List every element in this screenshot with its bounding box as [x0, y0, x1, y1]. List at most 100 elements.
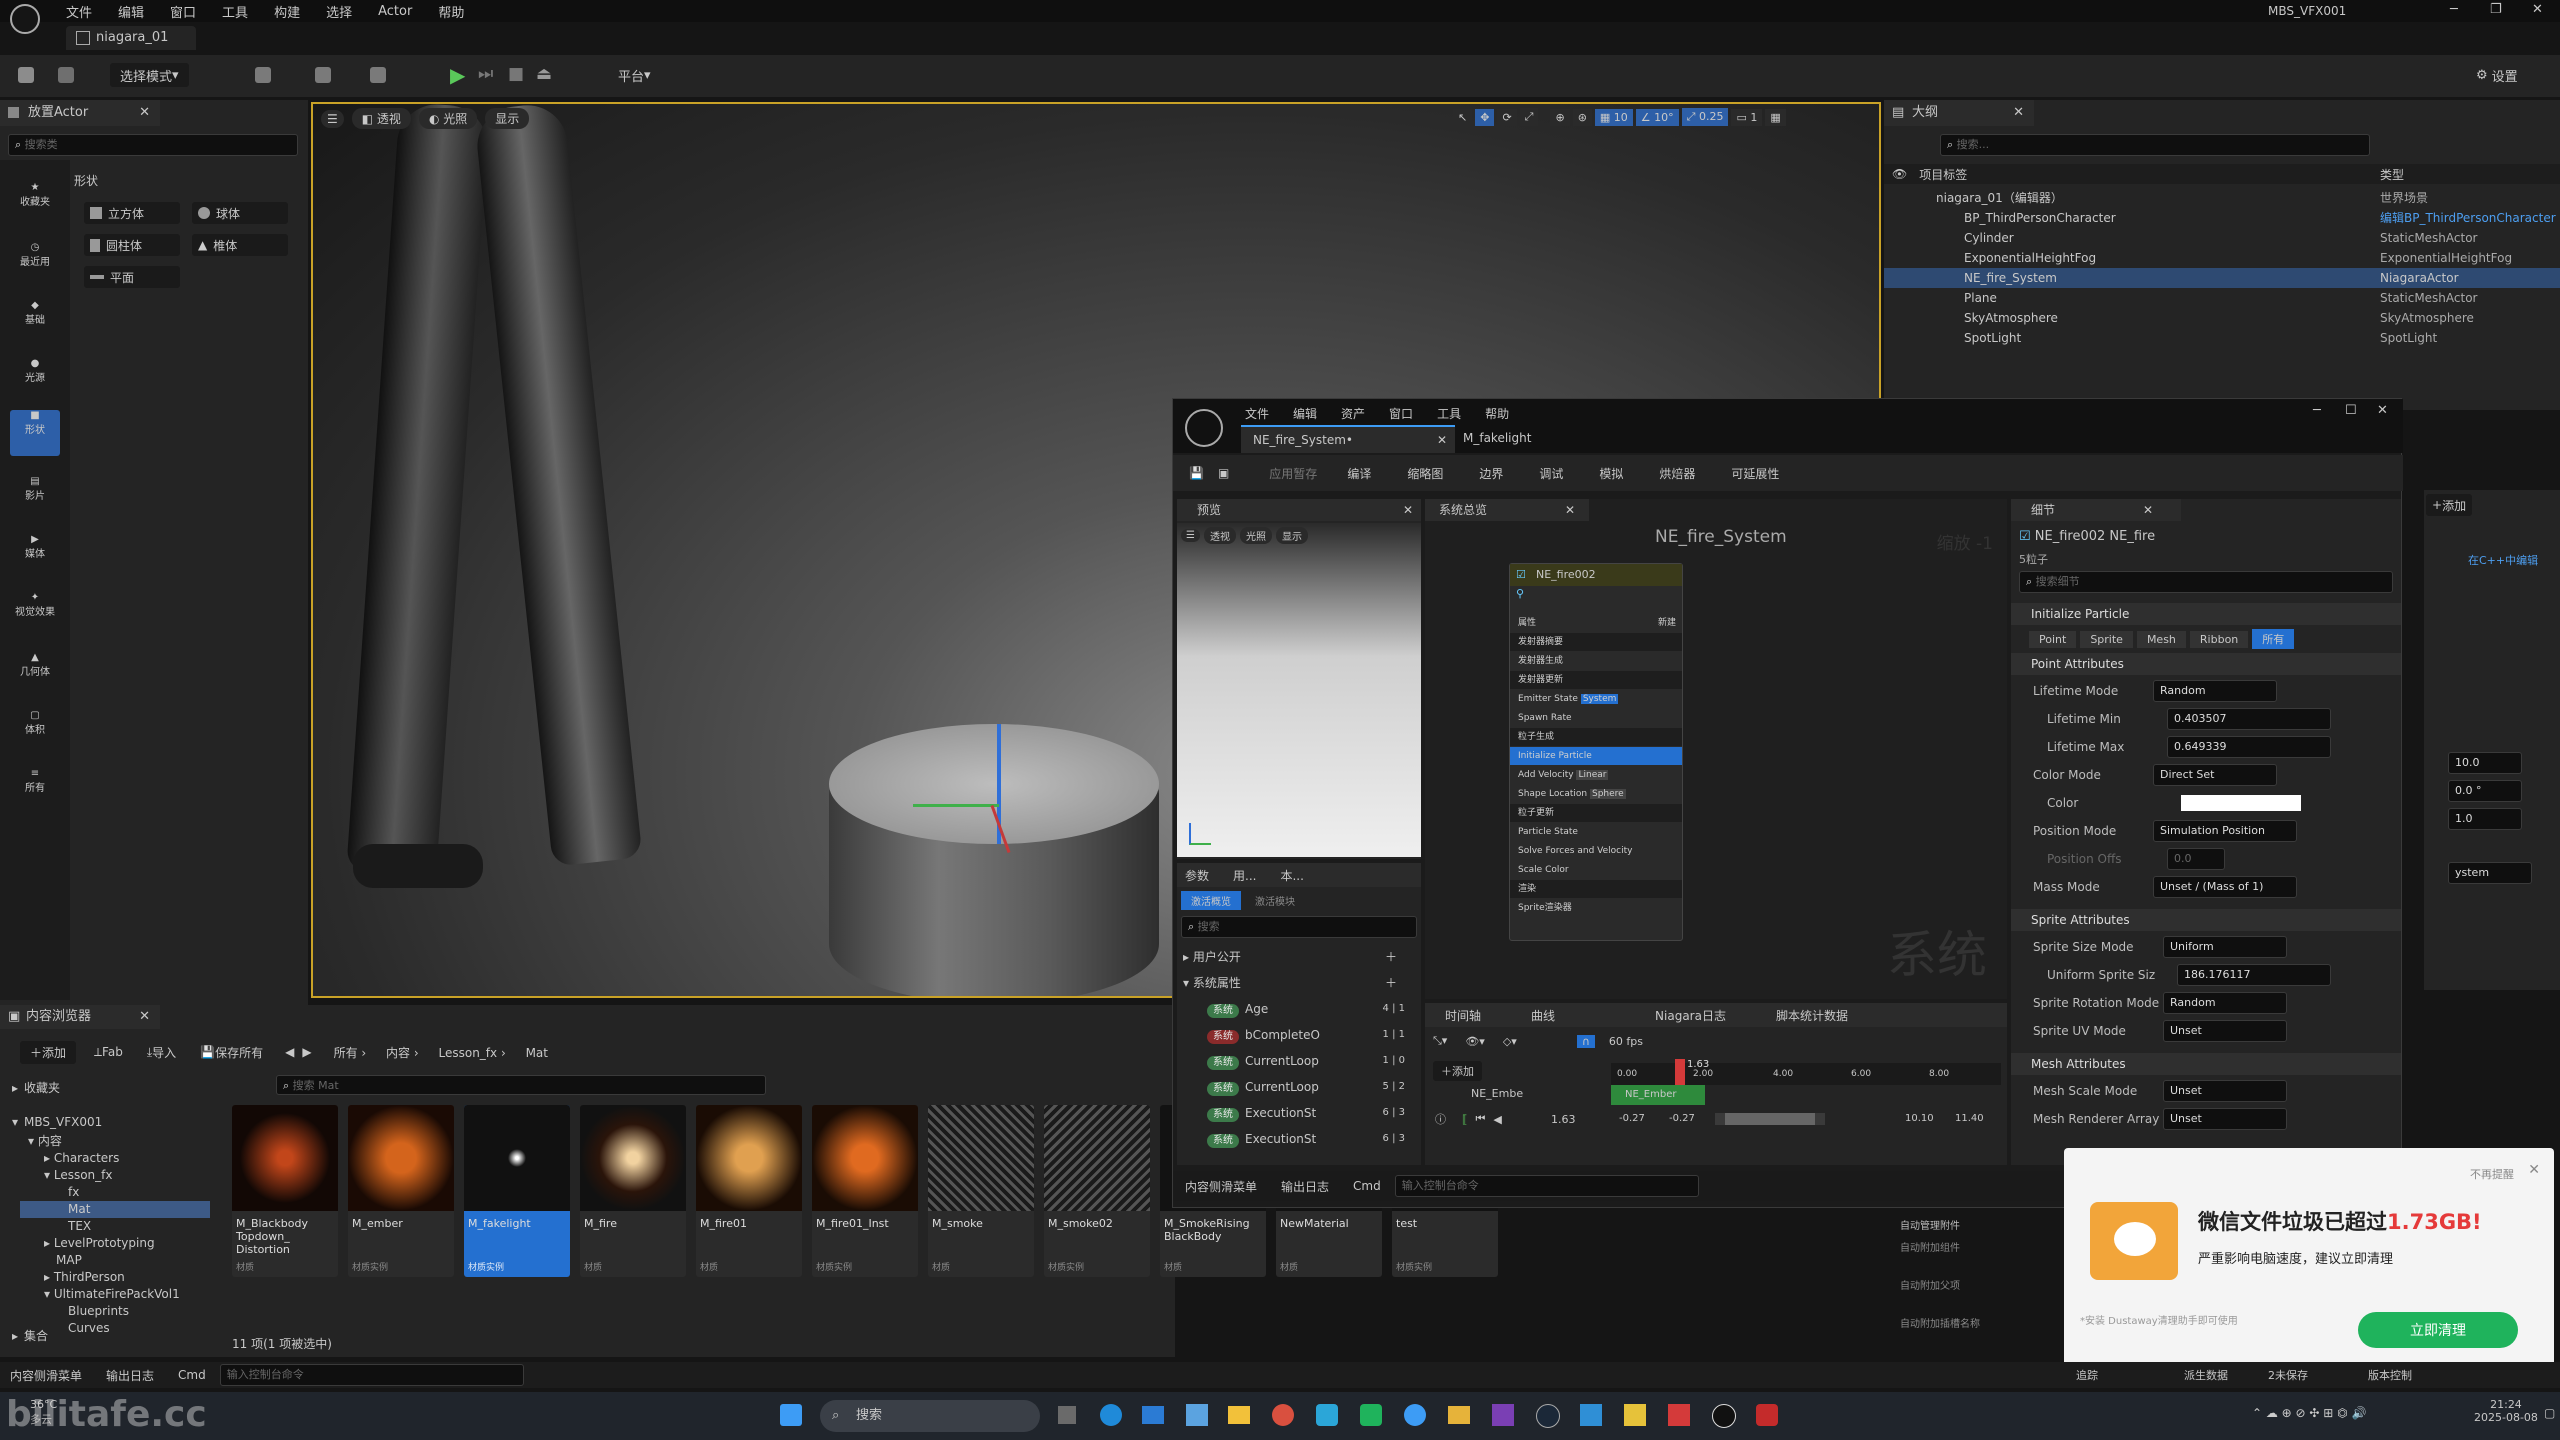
taskbar-search[interactable]: ⌕ 搜索 — [820, 1400, 1040, 1432]
time-field[interactable]: 1.63 — [1551, 1113, 1576, 1126]
unsaved-button[interactable]: 2未保存 — [2268, 1367, 2308, 1383]
user-tab[interactable]: 用... — [1233, 867, 1256, 884]
node-item[interactable]: Emitter State System — [1510, 690, 1682, 709]
history-back-icon[interactable]: ◀ — [285, 1045, 294, 1059]
param-row[interactable]: 系统 CurrentLoop 5 | 2 — [1177, 1074, 1421, 1100]
content-drawer-button[interactable]: 内容侧滑菜单 — [10, 1367, 82, 1384]
param-row[interactable]: 系统 CurrentLoop 1 | 0 — [1177, 1048, 1421, 1074]
start-icon[interactable] — [780, 1404, 802, 1426]
preview-viewport[interactable]: ☰ 透视 光照 显示 — [1177, 523, 1421, 857]
node-item[interactable]: 粒子生成 — [1510, 728, 1682, 747]
source-control-button[interactable]: 版本控制 — [2368, 1367, 2412, 1383]
tree-item[interactable]: ▾ Lesson_fx — [20, 1167, 210, 1184]
asset-tile[interactable]: M_Blackbody Topdown_ Distortion 材质 — [232, 1105, 338, 1277]
snap-icon[interactable]: ⤡▾ — [1433, 1034, 1447, 1048]
scale-tool-icon[interactable]: ⤢ — [1519, 108, 1539, 126]
filter-sprite[interactable]: Sprite — [2080, 630, 2133, 648]
add-component-button[interactable]: + 添加 — [2426, 494, 2473, 516]
surface-snap-icon[interactable]: ⊛ — [1572, 108, 1592, 126]
rail-shapes[interactable]: ■ 形状 — [10, 410, 60, 456]
edge-icon[interactable] — [1100, 1404, 1122, 1426]
select-mode-button[interactable]: 选择模式 ▾ — [110, 63, 189, 87]
keyframe-icon[interactable]: ◇▾ — [1503, 1035, 1517, 1048]
niagara-close-icon[interactable]: ✕ — [2377, 403, 2388, 418]
preview-menu-icon[interactable]: ☰ — [1181, 529, 1200, 542]
node-item[interactable]: Add Velocity Linear — [1510, 766, 1682, 785]
prev-icon[interactable]: ◀ — [1493, 1113, 1501, 1126]
console-input[interactable]: 输入控制台命令 — [219, 1364, 524, 1386]
close-icon[interactable]: ✕ — [2532, 2, 2543, 17]
tree-item[interactable]: fx — [20, 1184, 210, 1201]
outliner-row[interactable]: SpotLight SpotLight — [1884, 328, 2560, 348]
recorder-icon[interactable] — [1756, 1404, 1778, 1426]
start-icon[interactable]: ⏮ — [1475, 1112, 1485, 1126]
outliner-row[interactable]: BP_ThirdPersonCharacter 编辑BP_ThirdPersonC… — [1884, 208, 2560, 228]
bounds-button[interactable]: 边界 — [1479, 465, 1503, 482]
params-search[interactable]: ⌕ 搜索 — [1181, 916, 1417, 938]
menu-tools[interactable]: 工具 — [222, 2, 248, 21]
niagara-tab-system[interactable]: NE_fire_System• ✕ — [1241, 425, 1455, 453]
apply-button[interactable]: 应用暂存 — [1269, 465, 1317, 482]
lifetime-max-input[interactable]: 0.649339 — [2167, 736, 2331, 758]
asset-tile[interactable]: M_smoke02 材质实例 — [1044, 1105, 1150, 1277]
clean-now-button[interactable]: 立即清理 — [2358, 1312, 2518, 1348]
node-item[interactable]: 发射器生成 — [1510, 652, 1682, 671]
compile-button[interactable]: 编译 — [1347, 465, 1371, 482]
show-button[interactable]: 显示 — [485, 108, 530, 129]
cmd-button[interactable]: Cmd — [178, 1368, 206, 1382]
close-tab-icon[interactable]: ✕ — [2143, 499, 2153, 521]
toast-close-icon[interactable]: ✕ — [2528, 1162, 2540, 1178]
info-icon[interactable]: ⓘ — [1435, 1111, 1446, 1127]
rail-basic[interactable]: ◆ 基础 — [0, 300, 70, 326]
shape-cube[interactable]: 立方体 — [84, 202, 180, 224]
timeline-tab[interactable]: 时间轴 — [1445, 1007, 1481, 1024]
outliner-tab[interactable]: ▤ 大纲 ✕ — [1884, 100, 2034, 126]
lifetime-min-input[interactable]: 0.403507 — [2167, 708, 2331, 730]
outliner-row-selected[interactable]: NE_fire_System NiagaraActor — [1884, 268, 2560, 288]
rail-all[interactable]: ≡ 所有 — [0, 768, 70, 794]
partial-field-4[interactable]: ystem — [2448, 862, 2532, 884]
asset-search[interactable]: ⌕ 搜索 Mat — [276, 1075, 766, 1095]
grid-snap-button[interactable]: ▦ 10 — [1594, 108, 1633, 126]
sprite-uv-mode-select[interactable]: Unset — [2163, 1020, 2287, 1042]
tree-item[interactable]: Blueprints — [20, 1303, 210, 1320]
output-log-button[interactable]: 输出日志 — [106, 1367, 154, 1384]
thumbnail-button[interactable]: 缩略图 — [1407, 465, 1443, 482]
favorites-header[interactable]: ▸ 收藏夹 — [12, 1079, 60, 1096]
taskview-icon[interactable] — [1058, 1406, 1076, 1424]
rail-media[interactable]: ▶ 媒体 — [0, 534, 70, 560]
close-tab-icon[interactable]: ✕ — [1437, 427, 1447, 453]
menu-window[interactable]: 窗口 — [170, 2, 196, 21]
viewport-menu-icon[interactable]: ☰ — [321, 109, 344, 128]
niagara-console-input[interactable]: 输入控制台命令 — [1394, 1175, 1699, 1197]
preview-view-button[interactable]: 透视 — [1203, 527, 1236, 544]
range-bar[interactable] — [1715, 1113, 1825, 1125]
derived-data-button[interactable]: 派生数据 — [2184, 1367, 2228, 1383]
color-mode-select[interactable]: Direct Set — [2153, 764, 2277, 786]
timeline-ruler[interactable]: 0.00 2.00 4.00 6.00 8.00 — [1611, 1063, 2001, 1085]
outliner-row[interactable]: Plane StaticMeshActor — [1884, 288, 2560, 308]
blueprint-icon[interactable] — [315, 67, 331, 83]
params-tab[interactable]: 参数 — [1185, 867, 1209, 884]
world-icon[interactable]: ⊕ — [1550, 108, 1570, 126]
niagara-minimize-icon[interactable]: ─ — [2313, 403, 2321, 418]
stop-icon[interactable]: ■ — [508, 64, 524, 84]
gizmo-x[interactable] — [913, 804, 999, 807]
niagara-output-log[interactable]: 输出日志 — [1281, 1178, 1329, 1195]
node-item[interactable]: Particle State — [1510, 823, 1682, 842]
layout-icon[interactable]: ▦ — [1765, 108, 1786, 126]
system-overview-tab[interactable]: 系统总览 ✕ — [1425, 499, 1589, 521]
photos-icon[interactable] — [1580, 1404, 1602, 1426]
node-item[interactable]: Scale Color — [1510, 861, 1682, 880]
niagara-log-tab[interactable]: Niagara日志 — [1655, 1007, 1726, 1024]
tree-item[interactable]: ▾ 内容 — [20, 1133, 210, 1150]
menu-edit[interactable]: 编辑 — [118, 2, 144, 21]
minimize-icon[interactable]: ─ — [2450, 2, 2458, 17]
emitter-checkbox[interactable]: ☑ — [2019, 529, 2035, 544]
steam-icon[interactable] — [1536, 1404, 1560, 1428]
eject-icon[interactable]: ⏏ — [536, 64, 552, 84]
outliner-row[interactable]: Cylinder StaticMeshActor — [1884, 228, 2560, 248]
outliner-row[interactable]: ExponentialHeightFog ExponentialHeightFog — [1884, 248, 2560, 268]
tree-item[interactable]: TEX — [20, 1218, 210, 1235]
enabled-checkbox[interactable]: ☑ — [1516, 564, 1526, 586]
